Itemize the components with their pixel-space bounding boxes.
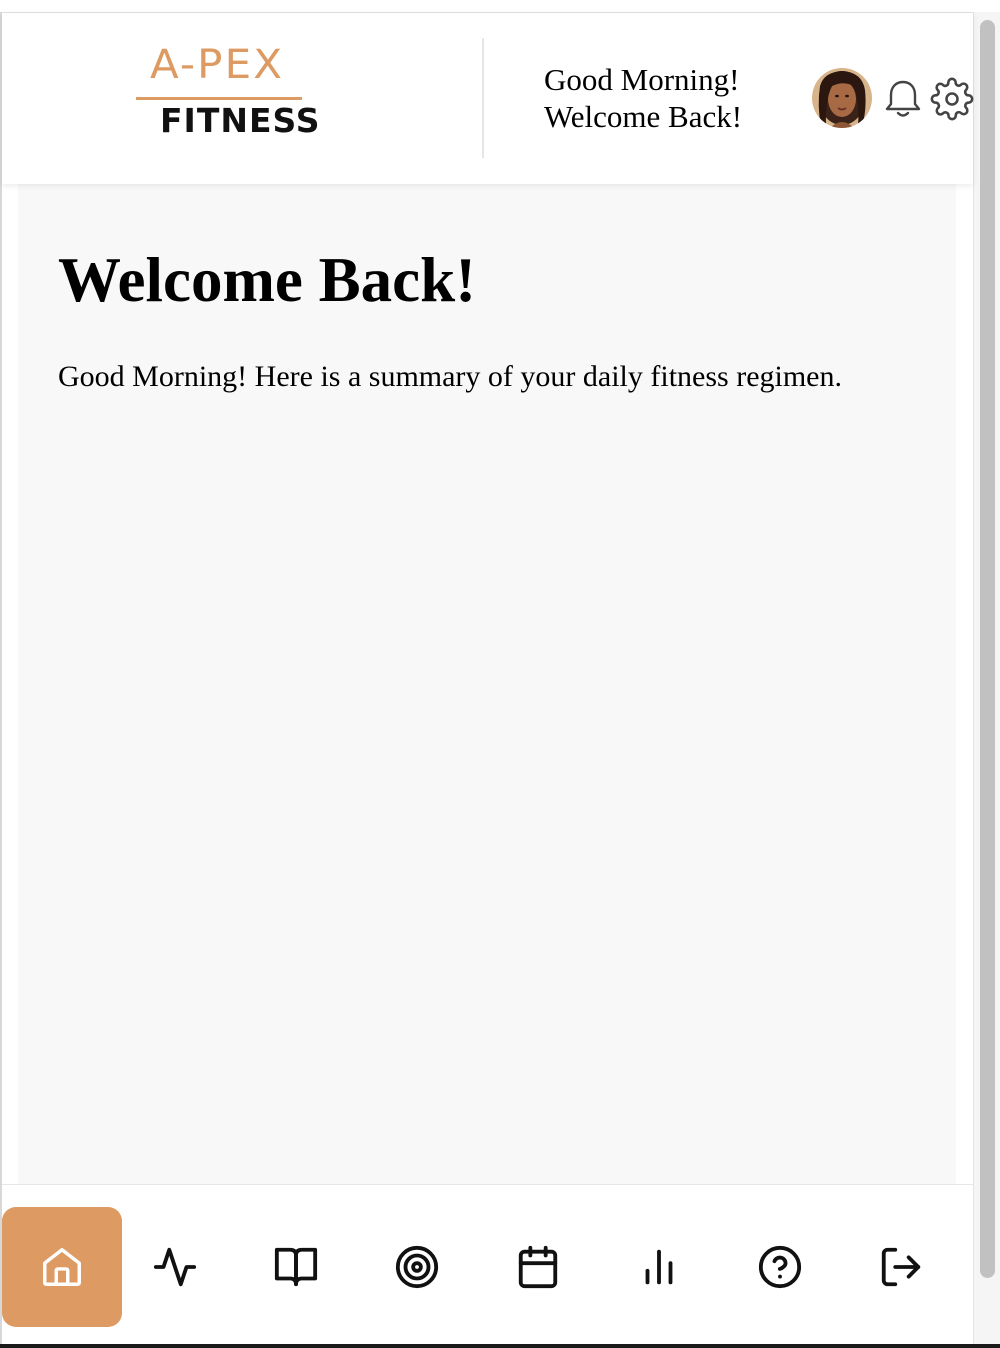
avatar-image <box>812 68 872 128</box>
user-avatar[interactable] <box>812 68 872 128</box>
main-content: Welcome Back! Good Morning! Here is a su… <box>18 184 956 1184</box>
window-left-border <box>0 12 2 1348</box>
nav-library-button[interactable] <box>236 1207 356 1327</box>
greeting-line-2: Welcome Back! <box>544 99 743 134</box>
calendar-icon <box>518 1245 558 1289</box>
nav-calendar-button[interactable] <box>478 1207 598 1327</box>
nav-logout-button[interactable] <box>841 1207 961 1327</box>
nav-help-button[interactable] <box>720 1207 840 1327</box>
settings-gear-icon[interactable] <box>930 77 974 121</box>
logo-wordmark-bottom: FITNESS <box>160 101 321 140</box>
header-greeting: Good Morning! Welcome Back! <box>544 61 742 135</box>
nav-goals-button[interactable] <box>357 1207 477 1327</box>
help-icon <box>758 1245 802 1289</box>
home-icon <box>43 1248 81 1286</box>
nav-home-button[interactable] <box>2 1207 122 1327</box>
bar-chart-icon <box>645 1249 673 1285</box>
app-window: A-PEX FITNESS Good Morning! Welcome Back… <box>0 0 1000 1348</box>
logout-icon <box>881 1247 921 1287</box>
activity-icon <box>153 1247 197 1287</box>
notifications-bell-icon[interactable] <box>883 77 923 119</box>
apex-fitness-logo[interactable]: A-PEX FITNESS <box>132 41 320 141</box>
top-header: A-PEX FITNESS Good Morning! Welcome Back… <box>2 13 974 184</box>
nav-stats-button[interactable] <box>599 1207 719 1327</box>
logo-underline <box>136 97 302 100</box>
target-icon <box>395 1245 439 1289</box>
nav-activity-button[interactable] <box>115 1207 235 1327</box>
greeting-line-1: Good Morning! <box>544 62 740 97</box>
logo-wordmark-top: A-PEX <box>150 42 285 88</box>
summary-text: Good Morning! Here is a summary of your … <box>58 360 842 393</box>
book-icon <box>274 1247 318 1287</box>
scrollbar-thumb[interactable] <box>980 20 995 1278</box>
page-title: Welcome Back! <box>58 245 477 315</box>
window-bottom-edge <box>0 1344 1000 1348</box>
bottom-navigation <box>2 1184 973 1344</box>
header-divider <box>482 38 484 158</box>
